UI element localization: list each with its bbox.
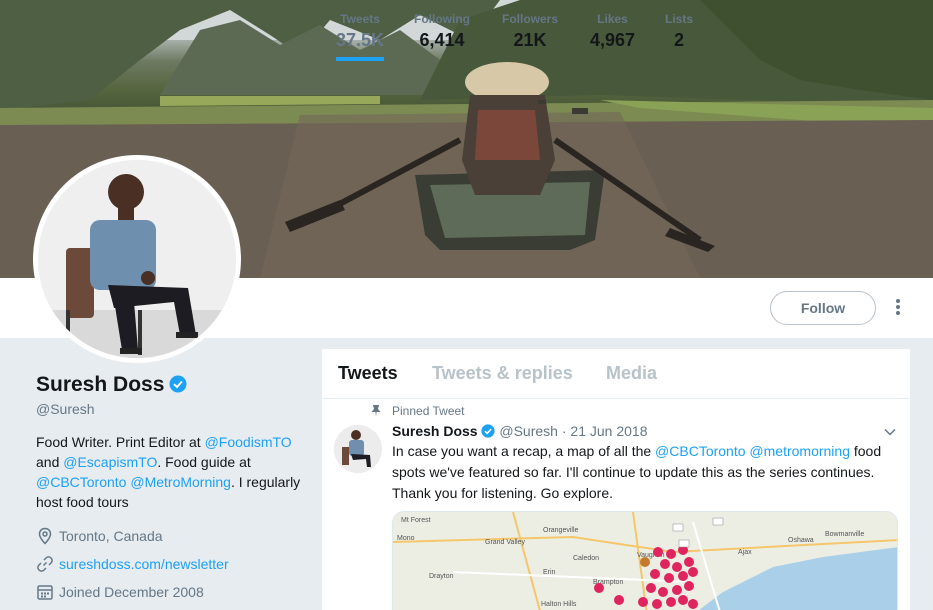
profile-bio: Food Writer. Print Editor at @FoodismTO …: [36, 432, 306, 512]
pinned-label: Pinned Tweet: [392, 404, 465, 418]
tweet-header: Suresh Doss @Suresh · 21 Jun 2018: [392, 423, 647, 439]
follow-button[interactable]: Follow: [770, 291, 876, 325]
tweet-avatar[interactable]: [334, 425, 382, 473]
stat-following[interactable]: Following 6,414: [414, 12, 470, 51]
tweet-text-part: In case you want a recap, a map of all t…: [392, 443, 656, 459]
map-label: Halton Hills: [541, 601, 577, 608]
tweet-separator: ·: [557, 423, 571, 439]
bio-link-escapismto[interactable]: @EscapismTO: [63, 454, 157, 470]
stat-likes[interactable]: Likes 4,967: [590, 12, 635, 51]
location-text: Toronto, Canada: [59, 528, 163, 544]
bio-text: Food Writer. Print Editor at: [36, 434, 205, 450]
verified-badge-icon: [169, 375, 187, 399]
link-icon: [36, 555, 54, 573]
stat-label: Tweets: [340, 12, 380, 26]
calendar-icon: [36, 583, 54, 601]
map-label: Orangeville: [543, 527, 579, 534]
bio-text: and: [36, 454, 64, 470]
stat-label: Likes: [597, 12, 628, 26]
tweet-author-name[interactable]: Suresh Doss: [392, 423, 478, 439]
stat-label: Lists: [665, 12, 694, 26]
profile-avatar[interactable]: [33, 155, 241, 363]
tweets-timeline: Tweets Tweets & replies Media Pinned Twe…: [322, 349, 910, 610]
tweet-date[interactable]: 21 Jun 2018: [570, 423, 647, 439]
map-label: Oshawa: [788, 537, 814, 544]
map-label: Bowmanville: [825, 531, 864, 538]
tweet-link-metromorning[interactable]: @metromorning: [749, 443, 850, 459]
map-label: Ajax: [738, 549, 752, 556]
tweet-map-image[interactable]: Mt Forest Mono Grand Valley Orangeville …: [392, 511, 898, 610]
stat-followers[interactable]: Followers 21K: [502, 12, 558, 51]
profile-location: Toronto, Canada: [36, 527, 163, 545]
website-link[interactable]: sureshdoss.com/newsletter: [59, 556, 229, 572]
chevron-down-icon[interactable]: [884, 425, 896, 439]
profile-joined: Joined December 2008: [36, 583, 204, 601]
stat-value: 37.5K: [336, 30, 385, 50]
bio-link-foodismto[interactable]: @FoodismTO: [205, 434, 292, 450]
timeline-tabs: Tweets Tweets & replies Media: [322, 349, 910, 399]
stat-lists[interactable]: Lists 2: [665, 12, 693, 51]
map-label: Erin: [543, 569, 556, 576]
tab-media[interactable]: Media: [606, 363, 657, 384]
map-label: Mono: [397, 535, 415, 542]
bio-link-cbctoronto[interactable]: @CBCToronto: [36, 474, 126, 490]
profile-handle[interactable]: @Suresh: [36, 401, 95, 417]
tweet-author-handle[interactable]: @Suresh: [499, 423, 558, 439]
tweet-link-cbctoronto[interactable]: @CBCToronto: [655, 443, 745, 459]
map-graphic: Mt Forest Mono Grand Valley Orangeville …: [393, 512, 897, 610]
map-label: Grand Valley: [485, 539, 525, 546]
profile-name-text: Suresh Doss: [36, 373, 165, 396]
stat-value: 4,967: [590, 30, 636, 50]
profile-website[interactable]: sureshdoss.com/newsletter: [36, 555, 229, 573]
profile-name: Suresh Doss: [36, 373, 187, 399]
stat-value: 21K: [513, 30, 547, 50]
stat-value: 2: [674, 30, 685, 50]
tweet-text: In case you want a recap, a map of all t…: [392, 441, 892, 504]
verified-badge-icon: [481, 423, 496, 439]
stat-label: Followers: [502, 12, 559, 26]
stat-label: Following: [414, 12, 470, 26]
bio-text: . Food guide at: [157, 454, 251, 470]
stat-value: 6,414: [419, 30, 465, 50]
tab-tweets[interactable]: Tweets: [338, 363, 398, 384]
location-pin-icon: [36, 527, 54, 545]
avatar-photo: [38, 160, 236, 358]
more-options-icon[interactable]: [888, 298, 908, 318]
stat-tweets[interactable]: Tweets 37.5K: [336, 12, 385, 61]
map-label: Mt Forest: [401, 517, 431, 524]
map-label: Drayton: [429, 573, 454, 580]
bio-link-metromorning[interactable]: @MetroMorning: [130, 474, 231, 490]
map-label: Caledon: [573, 555, 599, 562]
joined-text: Joined December 2008: [59, 584, 204, 600]
tab-tweets-and-replies[interactable]: Tweets & replies: [432, 363, 573, 384]
